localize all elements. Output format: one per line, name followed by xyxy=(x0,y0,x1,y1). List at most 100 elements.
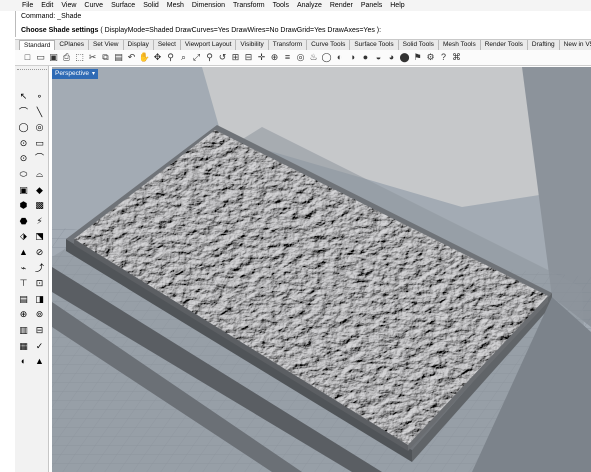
tab-drafting[interactable]: Drafting xyxy=(528,40,560,50)
menu-tools[interactable]: Tools xyxy=(269,0,293,11)
render-tool-icon[interactable]: ◐ xyxy=(16,354,31,369)
light-icon[interactable]: ♨ xyxy=(307,51,320,64)
grasshopper-icon[interactable]: ⌘ xyxy=(450,51,463,64)
arc-tool-icon[interactable]: ⊙ xyxy=(16,136,31,151)
warning-tool-icon[interactable]: ▲ xyxy=(32,354,47,369)
explode-tool-icon[interactable]: ⚡ xyxy=(32,214,47,229)
select-points-icon[interactable]: ✛ xyxy=(255,51,268,64)
help-icon[interactable]: ? xyxy=(437,51,450,64)
point-tool-icon[interactable]: ∘ xyxy=(32,89,47,104)
fillet-tool-icon[interactable]: ⬣ xyxy=(16,214,31,229)
tab-surface-tools[interactable]: Surface Tools xyxy=(350,40,399,50)
menu-render[interactable]: Render xyxy=(326,0,357,11)
zoom-extents-icon[interactable]: ⤢ xyxy=(190,51,203,64)
analysis-tool-icon[interactable]: ▦ xyxy=(16,339,31,354)
snap-tool-icon[interactable]: ⊕ xyxy=(16,307,31,322)
tab-cplanes[interactable]: CPlanes xyxy=(55,40,89,50)
rectangle-tool-icon[interactable]: ▭ xyxy=(32,136,47,151)
curve-tool-icon[interactable]: ⌒ xyxy=(16,105,31,120)
menu-help[interactable]: Help xyxy=(386,0,408,11)
menu-panels[interactable]: Panels xyxy=(357,0,386,11)
dimension-tool-icon[interactable]: ⊡ xyxy=(32,276,47,291)
properties-icon[interactable]: ◎ xyxy=(294,51,307,64)
render-icon[interactable]: ⬤ xyxy=(398,51,411,64)
menu-dimension[interactable]: Dimension xyxy=(188,0,229,11)
flag-icon[interactable]: ⚑ xyxy=(411,51,424,64)
command-prompt[interactable]: Choose Shade settings ( DisplayMode=Shad… xyxy=(21,26,381,35)
open-file-icon[interactable]: ▭ xyxy=(34,51,47,64)
extrude-tool-icon[interactable]: ⌓ xyxy=(32,167,47,182)
grid-tool-icon[interactable]: ⊚ xyxy=(32,307,47,322)
pan-icon[interactable]: ✋ xyxy=(138,51,151,64)
text-tool-icon[interactable]: ⊤ xyxy=(16,276,31,291)
menu-transform[interactable]: Transform xyxy=(229,0,269,11)
layer-icon[interactable]: ≡ xyxy=(281,51,294,64)
zoom-dynamic-icon[interactable]: ⚲ xyxy=(164,51,177,64)
ellipse-tool-icon[interactable]: ◎ xyxy=(32,120,47,135)
tab-set-view[interactable]: Set View xyxy=(89,40,124,50)
four-view-icon[interactable]: ⊞ xyxy=(229,51,242,64)
menu-file[interactable]: File xyxy=(18,0,37,11)
mesh-tool-icon[interactable]: ⬢ xyxy=(16,198,31,213)
rendered-icon[interactable]: ◑ xyxy=(346,51,359,64)
wireframe-icon[interactable]: ◯ xyxy=(320,51,333,64)
xray-icon[interactable]: ◒ xyxy=(372,51,385,64)
select-tool-icon[interactable]: ↖ xyxy=(16,89,31,104)
menu-analyze[interactable]: Analyze xyxy=(293,0,326,11)
ghosted-icon[interactable]: ● xyxy=(359,51,372,64)
print-icon[interactable]: ⎙ xyxy=(60,51,73,64)
rotate-view-icon[interactable]: ✥ xyxy=(151,51,164,64)
polygon-tool-icon[interactable]: ⊙ xyxy=(16,151,31,166)
layer-tool-icon[interactable]: ◨ xyxy=(32,292,47,307)
polyline-tool-icon[interactable]: ╲ xyxy=(32,105,47,120)
undo-view-icon[interactable]: ↺ xyxy=(216,51,229,64)
undo-icon[interactable]: ↶ xyxy=(125,51,138,64)
menu-edit[interactable]: Edit xyxy=(37,0,57,11)
construction-plane-icon[interactable]: ⊟ xyxy=(242,51,255,64)
hatch-tool-icon[interactable]: ▤ xyxy=(16,292,31,307)
snap-icon[interactable]: ⊕ xyxy=(268,51,281,64)
paste-icon[interactable]: ▤ xyxy=(112,51,125,64)
perspective-viewport[interactable]: Perspective ▾ xyxy=(52,67,591,472)
split-tool-icon[interactable]: ⌁ xyxy=(16,261,31,276)
material-icon[interactable]: ◕ xyxy=(385,51,398,64)
viewport-menu-dropdown-icon[interactable]: ▾ xyxy=(92,69,95,79)
tab-new-in-v5[interactable]: New in V5 xyxy=(560,40,591,50)
copy-icon[interactable]: ⧉ xyxy=(99,51,112,64)
join-tool-icon[interactable]: ⬗ xyxy=(16,229,31,244)
surface-tool-icon[interactable]: ⬭ xyxy=(16,167,31,182)
viewport-title-tab[interactable]: Perspective ▾ xyxy=(52,69,98,79)
new-file-icon[interactable]: □ xyxy=(21,51,34,64)
menu-mesh[interactable]: Mesh xyxy=(163,0,188,11)
group-tool-icon[interactable]: ⬔ xyxy=(32,229,47,244)
block-tool-icon[interactable]: ⊟ xyxy=(32,323,47,338)
tab-select[interactable]: Select xyxy=(154,40,181,50)
cut-icon[interactable]: ✂ xyxy=(86,51,99,64)
array-tool-icon[interactable]: ▲ xyxy=(16,245,31,260)
check-tool-icon[interactable]: ✓ xyxy=(32,339,47,354)
shaded-icon[interactable]: ◐ xyxy=(333,51,346,64)
tab-viewport-layout[interactable]: Viewport Layout xyxy=(181,40,237,50)
boolean-tool-icon[interactable]: ▩ xyxy=(32,198,47,213)
table-tool-icon[interactable]: ▥ xyxy=(16,323,31,338)
solid-edit-tool-icon[interactable]: ◆ xyxy=(32,183,47,198)
import-icon[interactable]: ⬚ xyxy=(73,51,86,64)
box-tool-icon[interactable]: ▣ xyxy=(16,183,31,198)
tab-standard[interactable]: Standard xyxy=(19,40,56,50)
menu-view[interactable]: View xyxy=(57,0,80,11)
tab-solid-tools[interactable]: Solid Tools xyxy=(399,40,439,50)
save-icon[interactable]: ▣ xyxy=(47,51,60,64)
zoom-window-icon[interactable]: ⌕ xyxy=(177,51,190,64)
trim-tool-icon[interactable]: ⊘ xyxy=(32,245,47,260)
move-tool-icon[interactable]: ⤴ xyxy=(32,261,47,276)
freeform-tool-icon[interactable]: ⌒ xyxy=(32,151,47,166)
tab-mesh-tools[interactable]: Mesh Tools xyxy=(439,40,481,50)
command-area[interactable]: Command: _Shade Choose Shade settings ( … xyxy=(15,11,591,37)
tab-render-tools[interactable]: Render Tools xyxy=(481,40,528,50)
menu-surface[interactable]: Surface xyxy=(107,0,139,11)
menu-curve[interactable]: Curve xyxy=(80,0,107,11)
options-icon[interactable]: ⚙ xyxy=(424,51,437,64)
sidebar-grip[interactable] xyxy=(17,69,47,72)
tab-display[interactable]: Display xyxy=(124,40,154,50)
menu-solid[interactable]: Solid xyxy=(139,0,163,11)
